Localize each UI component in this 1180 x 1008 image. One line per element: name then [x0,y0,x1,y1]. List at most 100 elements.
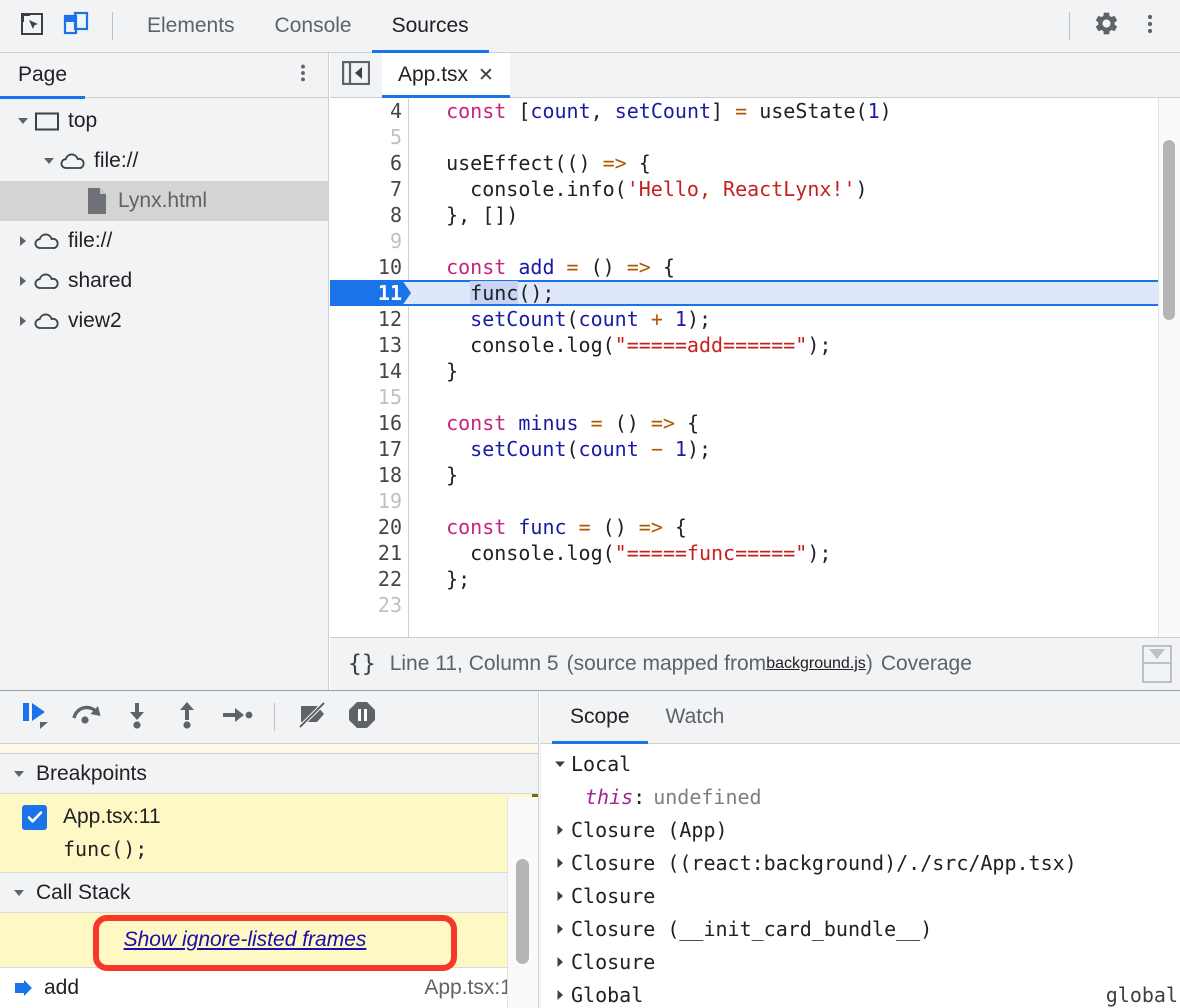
scope-group-row[interactable]: Closure [541,945,1180,978]
tab-elements[interactable]: Elements [127,0,255,53]
step-out-button[interactable] [162,694,212,740]
chevron-right-icon[interactable] [551,920,569,938]
code-line[interactable]: 23 [330,592,1180,618]
chevron-down-icon[interactable] [14,112,32,130]
show-ignore-listed-frames-row[interactable]: Show ignore-listed frames [0,913,538,968]
code-line-text: console.log("=====func====="); [422,541,832,565]
more-options-button[interactable] [1128,4,1172,48]
chevron-right-icon[interactable] [551,821,569,839]
code-line[interactable]: 18 } [330,462,1180,488]
tree-item-lynx-html[interactable]: Lynx.html [0,181,328,221]
chevron-right-icon[interactable] [551,986,569,1004]
code-line-text: const [count, setCount] = useState(1) [446,99,892,123]
inspect-element-button[interactable] [10,4,54,48]
step-into-button[interactable] [112,694,162,740]
tab-console[interactable]: Console [255,0,372,53]
code-line[interactable]: 16 const minus = () => { [330,410,1180,436]
code-line[interactable]: 13 console.log("=====add======"); [330,332,1180,358]
pause-on-exceptions-button[interactable] [337,694,387,740]
paused-banner-strip [0,744,538,754]
line-number: 6 [389,151,402,175]
code-line[interactable]: 19 [330,488,1180,514]
editor-tab-app-tsx[interactable]: App.tsx ✕ [382,53,510,98]
tree-item-file-nested[interactable]: file:// [0,141,328,181]
code-line-highlighted[interactable]: 11 func(); [330,280,1180,306]
code-line[interactable]: 20 const func = () => { [330,514,1180,540]
tree-item-label: file:// [68,229,113,252]
cloud-icon [34,310,60,332]
tree-item-shared[interactable]: shared [0,261,328,301]
tab-sources[interactable]: Sources [371,0,489,53]
tree-item-view2[interactable]: view2 [0,301,328,341]
code-line-text: useEffect(() => { [422,151,651,175]
code-line[interactable]: 6 useEffect(() => { [330,150,1180,176]
code-line[interactable]: 14 } [330,358,1180,384]
chevron-down-icon[interactable] [551,755,569,773]
code-line[interactable]: 12 setCount(count + 1); [330,306,1180,332]
line-number: 11 [377,281,402,305]
chevron-right-icon[interactable] [14,232,32,250]
tab-page[interactable]: Page [0,53,86,99]
chevron-right-icon[interactable] [551,854,569,872]
line-number: 9 [389,229,402,253]
editor-tab-label: App.tsx [398,63,469,86]
code-scrollbar-track[interactable] [1158,98,1180,637]
chevron-down-icon[interactable] [10,884,28,902]
show-ignore-listed-frames-link[interactable]: Show ignore-listed frames [124,928,415,952]
tab-watch[interactable]: Watch [648,691,743,743]
breakpoint-item[interactable]: App.tsx:11 func(); [0,794,538,873]
breakpoint-checkbox[interactable] [22,804,47,830]
device-toolbar-button[interactable] [54,4,98,48]
tree-item-top[interactable]: top [0,101,328,141]
pretty-print-button[interactable]: {} [330,651,390,677]
code-line[interactable]: 4 const [count, setCount] = useState(1) [330,98,1180,124]
code-line[interactable]: 21 console.log("=====func====="); [330,540,1180,566]
scope-group-row[interactable]: Global global [541,978,1180,1008]
chevron-down-icon[interactable] [10,765,28,783]
scope-group-row[interactable]: Closure [541,879,1180,912]
code-line-text: const add = () => { [446,255,675,279]
breakpoints-section-header[interactable]: Breakpoints [0,754,538,794]
resume-script-button[interactable] [12,694,62,740]
coverage-label[interactable]: Coverage [881,652,972,676]
settings-button[interactable] [1084,4,1128,48]
debugger-scrollbar-track[interactable] [507,797,538,1008]
chevron-right-icon[interactable] [14,312,32,330]
coverage-dropdown-icon[interactable] [1142,645,1172,683]
scope-group-row[interactable]: Closure (__init_card_bundle__) [541,912,1180,945]
call-stack-section-header[interactable]: Call Stack [0,873,538,913]
step-button[interactable] [212,694,262,740]
tab-scope[interactable]: Scope [552,691,648,744]
tree-item-file[interactable]: file:// [0,221,328,261]
code-line[interactable]: 7 console.info('Hello, ReactLynx!') [330,176,1180,202]
code-scrollbar-thumb[interactable] [1163,140,1175,320]
code-line[interactable]: 9 [330,228,1180,254]
chevron-right-icon[interactable] [551,887,569,905]
chevron-right-icon[interactable] [14,272,32,290]
toggle-navigator-button[interactable] [330,53,382,97]
code-line-text: console.info('Hello, ReactLynx!') [422,177,868,201]
deactivate-breakpoints-button[interactable] [287,694,337,740]
line-number: 21 [377,541,402,565]
chevron-down-icon[interactable] [40,152,58,170]
scope-property-row[interactable]: this: undefined [541,780,1180,813]
scope-group-row[interactable]: Closure ((react:background)/./src/App.ts… [541,846,1180,879]
code-line[interactable]: 8 }, []) [330,202,1180,228]
breakpoint-snippet: func(); [63,837,148,861]
navigator-more-button[interactable] [286,58,320,92]
code-line[interactable]: 10 const add = () => { [330,254,1180,280]
source-map-link[interactable]: background.js [766,655,866,673]
code-line[interactable]: 5 [330,124,1180,150]
scope-group-value: global [1105,982,1178,1007]
debugger-scrollbar-thumb[interactable] [516,859,529,964]
code-line[interactable]: 22 }; [330,566,1180,592]
code-viewport[interactable]: 4 const [count, setCount] = useState(1) 5… [330,98,1180,637]
scope-group-row[interactable]: Local [541,747,1180,780]
chevron-right-icon[interactable] [551,953,569,971]
scope-group-row[interactable]: Closure (App) [541,813,1180,846]
close-icon[interactable]: ✕ [478,66,494,85]
call-stack-frame-row[interactable]: add App.tsx:11 [0,968,538,1008]
code-line[interactable]: 17 setCount(count − 1); [330,436,1180,462]
step-over-button[interactable] [62,694,112,740]
code-line[interactable]: 15 [330,384,1180,410]
